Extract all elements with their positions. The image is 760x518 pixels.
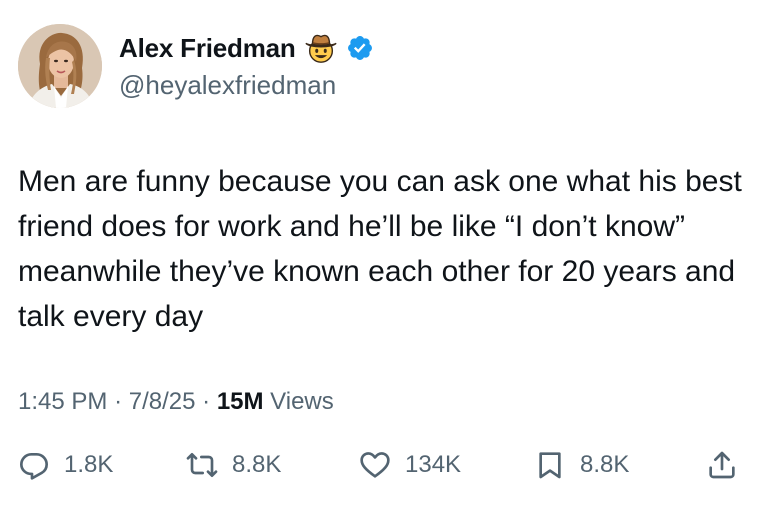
views-label: Views <box>270 388 334 415</box>
tweet-text: Men are funny because you can ask one wh… <box>18 165 751 333</box>
tweet-time[interactable]: 1:45 PM <box>18 388 107 415</box>
bookmark-count: 8.8K <box>580 451 630 478</box>
bookmark-button[interactable]: 8.8K <box>534 445 629 485</box>
author-display-name[interactable]: Alex Friedman <box>119 33 296 64</box>
reply-icon <box>20 453 48 480</box>
verified-badge-icon[interactable] <box>346 34 374 62</box>
reply-count: 1.8K <box>64 451 114 478</box>
repost-count: 8.8K <box>232 451 282 478</box>
avatar[interactable] <box>18 24 102 108</box>
meta-separator: · <box>202 388 211 415</box>
meta-separator: · <box>114 388 123 415</box>
profile-photo <box>18 24 102 108</box>
share-button[interactable] <box>706 445 738 485</box>
tweet-date[interactable]: 7/8/25 <box>129 388 196 415</box>
heart-icon <box>360 452 390 478</box>
repost-button[interactable]: 8.8K <box>186 445 281 485</box>
like-count: 134K <box>405 451 462 478</box>
cowboy-hat-face-icon <box>304 34 337 63</box>
author-name-row: Alex Friedman <box>119 30 374 66</box>
tweet-meta: 1:45 PM · 7/8/25 · 15M Views <box>18 388 334 416</box>
views-count: 15M <box>216 388 264 415</box>
repost-icon <box>186 453 218 477</box>
like-button[interactable]: 134K <box>359 445 461 485</box>
action-bar: 1.8K 8.8K 134K 8.8K <box>18 445 740 485</box>
author-handle[interactable]: @heyalexfriedman <box>119 70 336 101</box>
share-icon <box>709 451 735 479</box>
bookmark-icon <box>539 452 561 479</box>
reply-button[interactable]: 1.8K <box>18 445 113 485</box>
